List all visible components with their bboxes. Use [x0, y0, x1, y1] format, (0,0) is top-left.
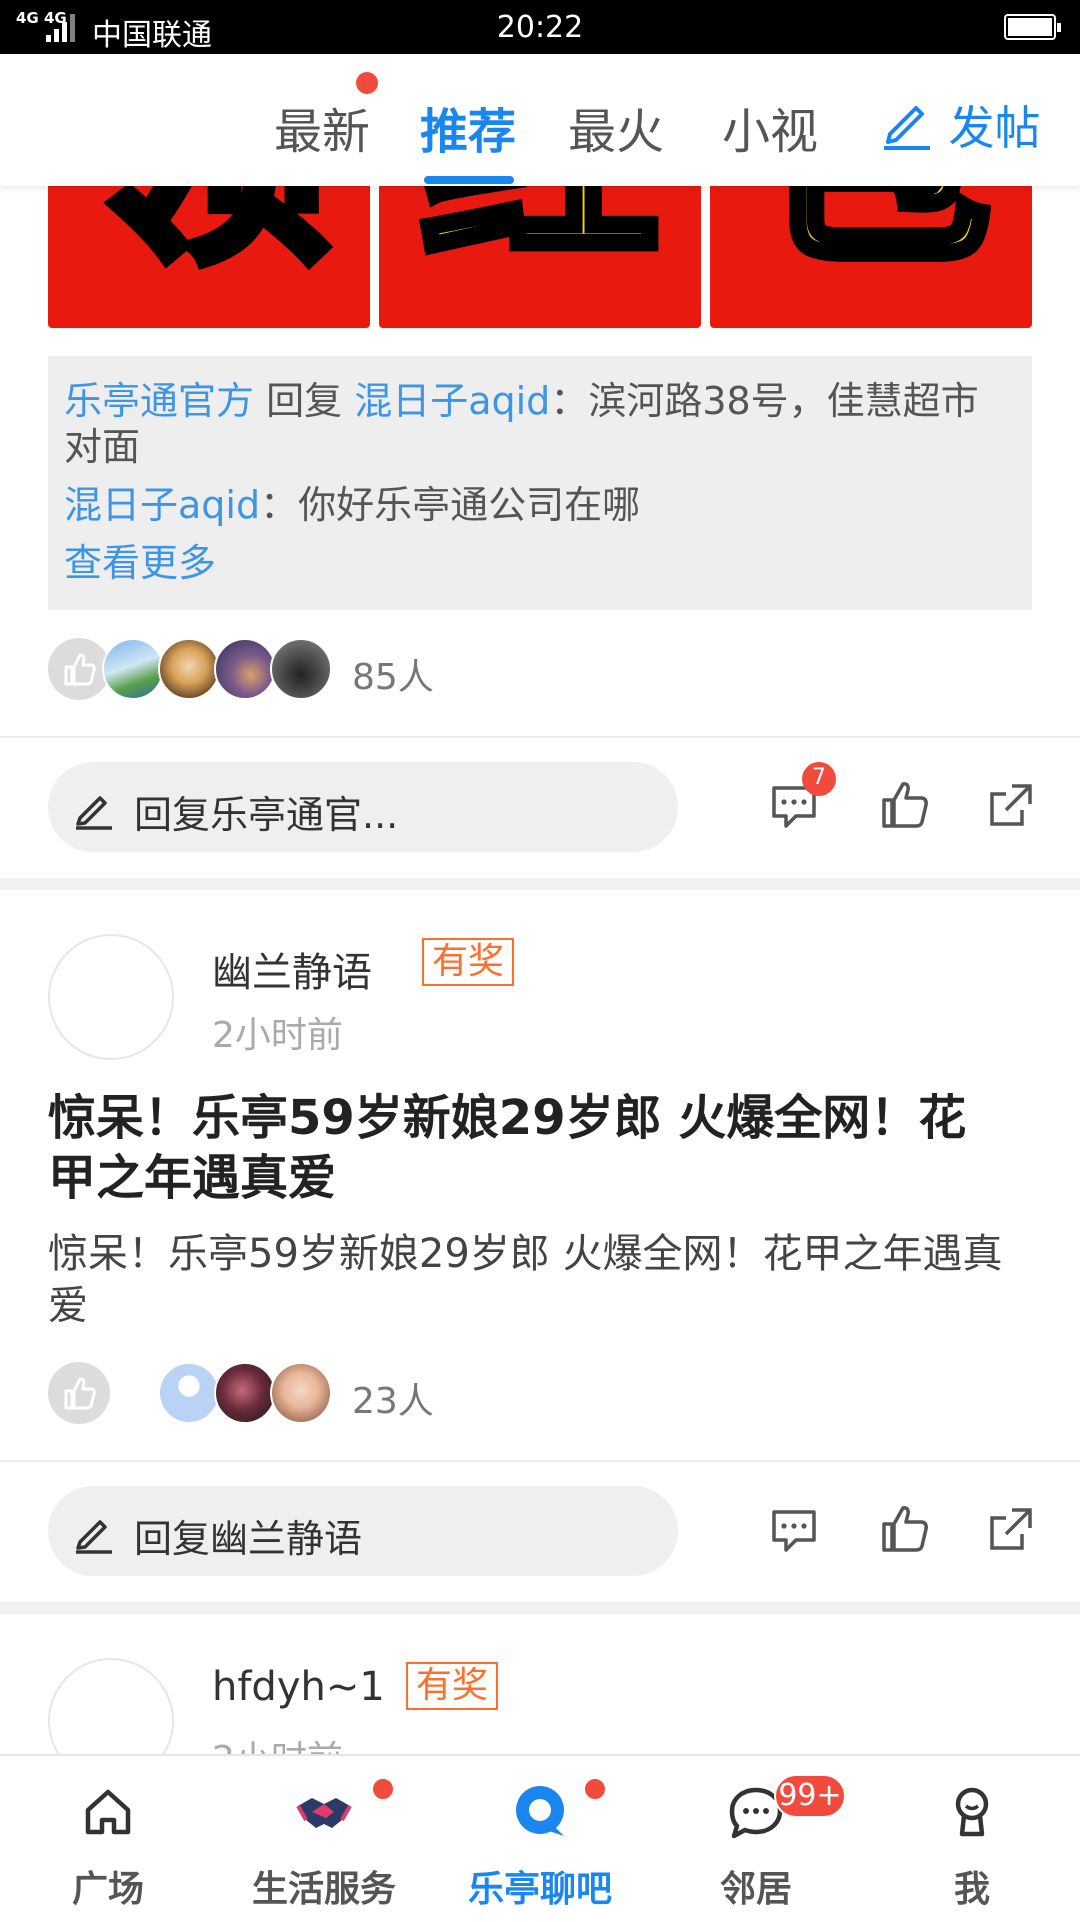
chat-bubble-icon: [516, 1786, 564, 1836]
nav-neighbors-label: 邻居: [719, 1869, 792, 1910]
comment-item[interactable]: 混日子aqid：你好乐亭通公司在哪: [64, 482, 1016, 528]
share-icon: [990, 784, 1032, 826]
pencil-icon: [76, 796, 112, 830]
avatar: [214, 1362, 276, 1424]
pencil-icon: [884, 106, 930, 150]
top-tab-bar: 最新 推荐 最火 小视 发帖: [0, 54, 1080, 186]
share-icon: [990, 1508, 1032, 1550]
avatar: [270, 638, 332, 700]
comment-user[interactable]: 混日子aqid: [64, 483, 260, 527]
author-name[interactable]: 幽兰静语: [212, 940, 372, 998]
likes-row[interactable]: 85人: [48, 638, 648, 700]
new-post-label: 发帖: [948, 101, 1041, 155]
nav-chat-bar-label: 乐亭聊吧: [467, 1869, 612, 1910]
bottom-nav: 广场 生活服务 乐亭聊吧 99+ 邻居 我: [0, 1754, 1080, 1920]
nav-plaza[interactable]: 广场: [0, 1756, 216, 1922]
comment-preview-box: 乐亭通官方 回复 混日子aqid：滨河路38号，佳慧超市对面 混日子aqid：你…: [48, 356, 1032, 610]
share-button[interactable]: [986, 780, 1036, 834]
reply-word: 回复: [266, 379, 343, 423]
comment-target-user[interactable]: 混日子aqid: [354, 379, 550, 423]
post-time: 2小时前: [212, 1015, 343, 1056]
pencil-icon: [76, 1520, 112, 1554]
reply-placeholder: 回复乐亭通官...: [134, 793, 399, 837]
section-gap: [0, 1602, 1080, 1614]
post-image-banner[interactable]: 领 红 包: [48, 186, 1032, 328]
thumbs-up-icon: [882, 782, 928, 828]
clock: 20:22: [496, 10, 584, 45]
likes-count: 23人: [352, 1381, 434, 1422]
thumbs-up-icon: [882, 1506, 928, 1552]
reply-placeholder: 回复幽兰静语: [134, 1517, 363, 1561]
neighbors-badge: 99+: [774, 1774, 846, 1818]
home-icon: [85, 1789, 131, 1835]
new-post-button[interactable]: 发帖: [878, 92, 1041, 158]
tab-latest[interactable]: 最新: [274, 92, 370, 162]
thumbs-up-icon: [48, 1362, 110, 1424]
likes-count: 85人: [352, 657, 434, 698]
award-badge: 有奖: [422, 938, 515, 986]
section-gap: [0, 878, 1080, 890]
award-badge: 有奖: [406, 1662, 499, 1710]
nav-life-services-label: 生活服务: [251, 1869, 396, 1910]
avatar: [214, 638, 276, 700]
nav-neighbors[interactable]: 99+ 邻居: [648, 1756, 864, 1922]
view-more-link[interactable]: 查看更多: [64, 540, 1016, 586]
post-title[interactable]: 惊呆！乐亭59岁新娘29岁郎 火爆全网！花甲之年遇真爱: [48, 1088, 1008, 1208]
banner-tile: 领: [48, 186, 370, 328]
nav-plaza-label: 广场: [71, 1869, 144, 1910]
nav-dot: [370, 1776, 396, 1802]
reply-input[interactable]: 回复乐亭通官...: [48, 762, 678, 852]
banner-tile: 包: [710, 186, 1032, 328]
banner-tile: 红: [379, 186, 701, 328]
divider: [0, 1460, 1080, 1462]
tab-hottest[interactable]: 最火: [568, 92, 664, 162]
nav-me-label: 我: [953, 1869, 990, 1910]
author-avatar[interactable]: [48, 934, 174, 1060]
tab-short-video[interactable]: 小视: [722, 92, 818, 162]
battery-icon: [1004, 14, 1061, 40]
active-tab-indicator: [424, 176, 514, 184]
avatar: [158, 638, 220, 700]
divider: [0, 736, 1080, 738]
comment-button[interactable]: [768, 1504, 820, 1560]
nav-chat-bar[interactable]: 乐亭聊吧: [432, 1756, 648, 1922]
like-button[interactable]: [878, 1502, 932, 1560]
author-name[interactable]: hfdyh~1: [212, 1664, 385, 1710]
comment-text: ：你好乐亭通公司在哪: [260, 483, 641, 527]
tab-recommended[interactable]: 推荐: [420, 92, 516, 162]
nav-life-services[interactable]: 生活服务: [216, 1756, 432, 1922]
comment-icon: [772, 1510, 816, 1552]
comment-user[interactable]: 乐亭通官方: [64, 379, 254, 423]
comment-item[interactable]: 乐亭通官方 回复 混日子aqid：滨河路38号，佳慧超市对面: [64, 378, 1016, 470]
share-button[interactable]: [986, 1504, 1036, 1558]
status-bar: 4G 4G 中国联通 20:22: [0, 0, 1080, 54]
comment-count-badge: 7: [802, 762, 836, 796]
handshake-icon: [296, 1798, 352, 1828]
reply-input[interactable]: 回复幽兰静语: [48, 1486, 678, 1576]
likes-row[interactable]: 23人: [48, 1362, 648, 1424]
tab-latest-dot: [356, 72, 378, 94]
person-icon: [955, 1787, 989, 1837]
nav-dot: [582, 1776, 608, 1802]
avatar: [102, 638, 164, 700]
post-body[interactable]: 惊呆！乐亭59岁新娘29岁郎 火爆全网！花甲之年遇真爱: [48, 1228, 1028, 1332]
thumbs-up-icon: [48, 638, 110, 700]
avatar: [270, 1362, 332, 1424]
avatar: [158, 1362, 220, 1424]
nav-me[interactable]: 我: [864, 1756, 1080, 1922]
like-button[interactable]: [878, 778, 932, 836]
